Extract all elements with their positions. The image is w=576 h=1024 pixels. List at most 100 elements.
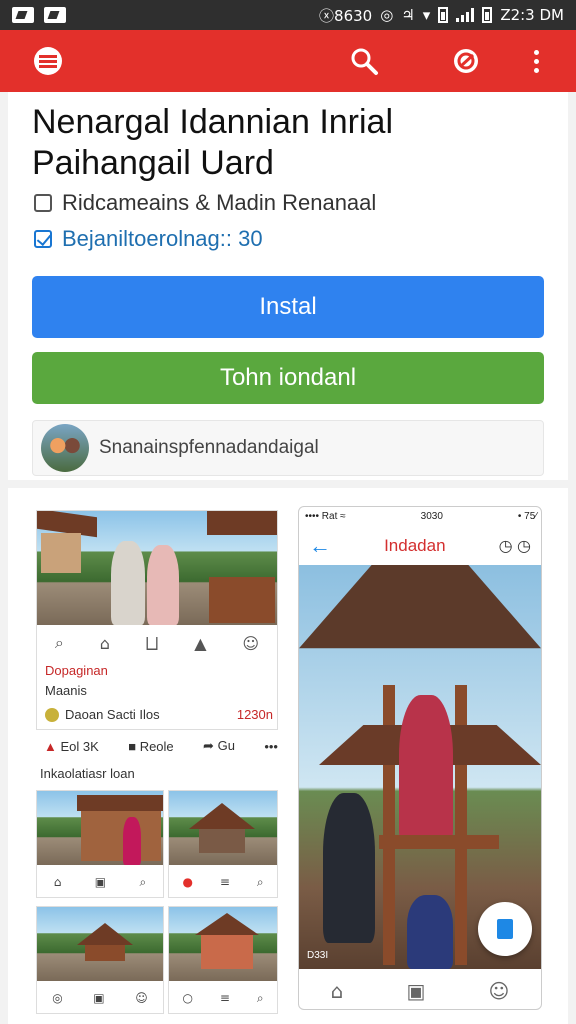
record-icon[interactable]: ● (182, 875, 192, 889)
home-icon[interactable]: ⌂ (54, 875, 62, 889)
user-text: Snanainspfennadandaigal (99, 437, 319, 458)
checkbox-icon[interactable] (34, 194, 52, 212)
app-bar (0, 30, 576, 92)
feed-row-3-number: 1230n (236, 707, 273, 722)
sync-icon: ◎ (380, 6, 394, 24)
notification-icon (12, 7, 34, 23)
preview-status-bar: •••• Rat ≈ 3030 • 75∕ (305, 511, 537, 522)
vibrate-icon (438, 7, 449, 23)
thumb-tile-2[interactable]: ● ≡ ⌕ (168, 790, 278, 898)
search-icon[interactable]: ⌕ (257, 991, 264, 1006)
home-icon[interactable]: ⌂ (100, 634, 110, 653)
tile-nav: ⌂ ▣ ⌕ (37, 867, 163, 897)
preview-battery: • 75∕ (517, 511, 537, 522)
app-title: Nenargal Idannian Inrial Paihangail Uard (32, 102, 532, 184)
option-2-label: Bejaniltoerolnag:: 30 (62, 226, 263, 251)
thumb-photo (169, 907, 277, 981)
like-label: Eol 3K (60, 738, 99, 754)
bluetooth-icon: ♃ (401, 6, 415, 24)
more-vert-icon[interactable] (508, 30, 564, 92)
profile-icon[interactable]: ☺ (242, 634, 259, 653)
user-row[interactable]: Snanainspfennadandaigal (32, 420, 544, 476)
clock: Z2:3 DM (500, 6, 564, 24)
tile-nav: ● ≡ ⌕ (169, 867, 277, 897)
grid-icon[interactable]: ▣ (95, 875, 106, 889)
preview-bottom-nav: ⌂ ▣ ☺ (299, 971, 541, 1009)
feed-row-3-text: Daoan Sacti Ilos (65, 707, 160, 722)
inbox-icon[interactable]: ▣ (406, 979, 425, 1003)
thumbs-up-icon: ▲ (44, 738, 57, 754)
avatar (41, 424, 89, 472)
reply-label: Reole (139, 738, 174, 754)
menu-icon[interactable]: ≡ (220, 875, 230, 889)
menu-icon[interactable]: ≡ (220, 991, 230, 1005)
checked-checkbox-icon[interactable] (34, 230, 52, 248)
network-text: ⓧ8630 (319, 6, 373, 25)
thumb-tile-1[interactable]: ⌂ ▣ ⌕ (36, 790, 164, 898)
back-arrow-icon[interactable]: ← (309, 533, 331, 559)
wifi-icon: ▾ (422, 6, 431, 24)
notification-icon (44, 7, 66, 23)
secondary-button[interactable]: Tohn iondanl (32, 352, 544, 404)
feed-row-1-text: Dopaginan (45, 663, 108, 678)
notification-icons (12, 7, 66, 23)
reply-button[interactable]: ■ Reole (128, 739, 173, 754)
clock-icons: ◷ ◷ (499, 536, 531, 556)
search-icon[interactable] (336, 30, 392, 92)
tile-nav: ○ ≡ ⌕ (169, 983, 277, 1013)
tile-nav: ◎ ▣ ☺ (37, 983, 163, 1013)
clipboard-icon (497, 919, 513, 939)
signal-icon (456, 8, 475, 22)
tag-icon[interactable]: ⨆ (146, 633, 159, 653)
thumb-photo (37, 907, 163, 981)
photo-caption: D33I (307, 950, 329, 961)
share-icon: ➦ (203, 738, 214, 753)
thumb-tile-3[interactable]: ◎ ▣ ☺ (36, 906, 164, 1014)
timer-icon[interactable]: ◷ (499, 538, 513, 555)
user-avatar-icon (45, 707, 59, 722)
status-bar: ⓧ8630 ◎ ♃ ▾ Z2:3 DM (0, 0, 576, 30)
profile-icon[interactable]: ☺ (489, 979, 510, 1003)
status-right: ⓧ8630 ◎ ♃ ▾ Z2:3 DM (319, 5, 564, 26)
option-1-label: Ridcameains & Madin Renanaal (62, 190, 377, 215)
feed-row-2: Maanis (45, 683, 87, 698)
feed-photo (37, 511, 277, 625)
thumb-photo (169, 791, 277, 865)
install-button[interactable]: Instal (32, 276, 544, 338)
left-actions: ▲ Eol 3K ■ Reole ➦ Gu ••• (44, 738, 278, 754)
menu-icon[interactable] (20, 30, 76, 92)
title-line-1: Nenargal Idannian Inrial (32, 103, 394, 141)
option-row-2[interactable]: Bejaniltoerolnag:: 30 (34, 226, 263, 252)
section-title: Inkaolatiasr loan (40, 766, 135, 781)
like-button[interactable]: ▲ Eol 3K (44, 739, 99, 754)
tag-icon[interactable]: ▣ (93, 991, 104, 1005)
history-icon[interactable]: ◷ (517, 538, 531, 555)
thumb-tile-4[interactable]: ○ ≡ ⌕ (168, 906, 278, 1014)
search-icon[interactable]: ⌕ (55, 633, 64, 653)
no-entry-icon[interactable] (438, 30, 494, 92)
preview-time: 3030 (420, 511, 443, 522)
search-icon[interactable]: ⌕ (257, 875, 264, 890)
bell-icon[interactable]: ▲ (194, 634, 206, 653)
feed-row-3: Daoan Sacti Ilos 1230n (45, 707, 273, 722)
fab-button[interactable] (478, 902, 532, 956)
more-horiz-icon[interactable]: ••• (264, 739, 278, 754)
preview-header: ← Indadan ◷ ◷ (299, 527, 541, 565)
share-button[interactable]: ➦ Gu (203, 738, 235, 754)
thumb-photo (37, 791, 163, 865)
title-line-2: Paihangail Uard (32, 144, 274, 182)
left-preview-top[interactable]: ⌕ ⌂ ⨆ ▲ ☺ Dopaginan Maanis Daoan Sacti I… (36, 510, 278, 730)
profile-icon[interactable]: ☺ (135, 991, 148, 1005)
battery-icon (482, 7, 493, 23)
home-icon[interactable]: ⌂ (331, 979, 344, 1003)
circle-icon[interactable]: ○ (182, 991, 192, 1005)
share-label: Gu (217, 738, 235, 753)
feed-row-1: Dopaginan (45, 663, 108, 678)
comment-icon: ■ (128, 738, 137, 754)
option-row-1[interactable]: Ridcameains & Madin Renanaal (34, 190, 376, 216)
preview-signal: •••• Rat ≈ (305, 511, 346, 522)
search-icon[interactable]: ⌕ (140, 875, 147, 890)
action-icons: ⌕ ⌂ ⨆ ▲ ☺ (37, 629, 277, 657)
globe-icon[interactable]: ◎ (52, 991, 62, 1005)
preview-title: Indadan (384, 536, 446, 555)
